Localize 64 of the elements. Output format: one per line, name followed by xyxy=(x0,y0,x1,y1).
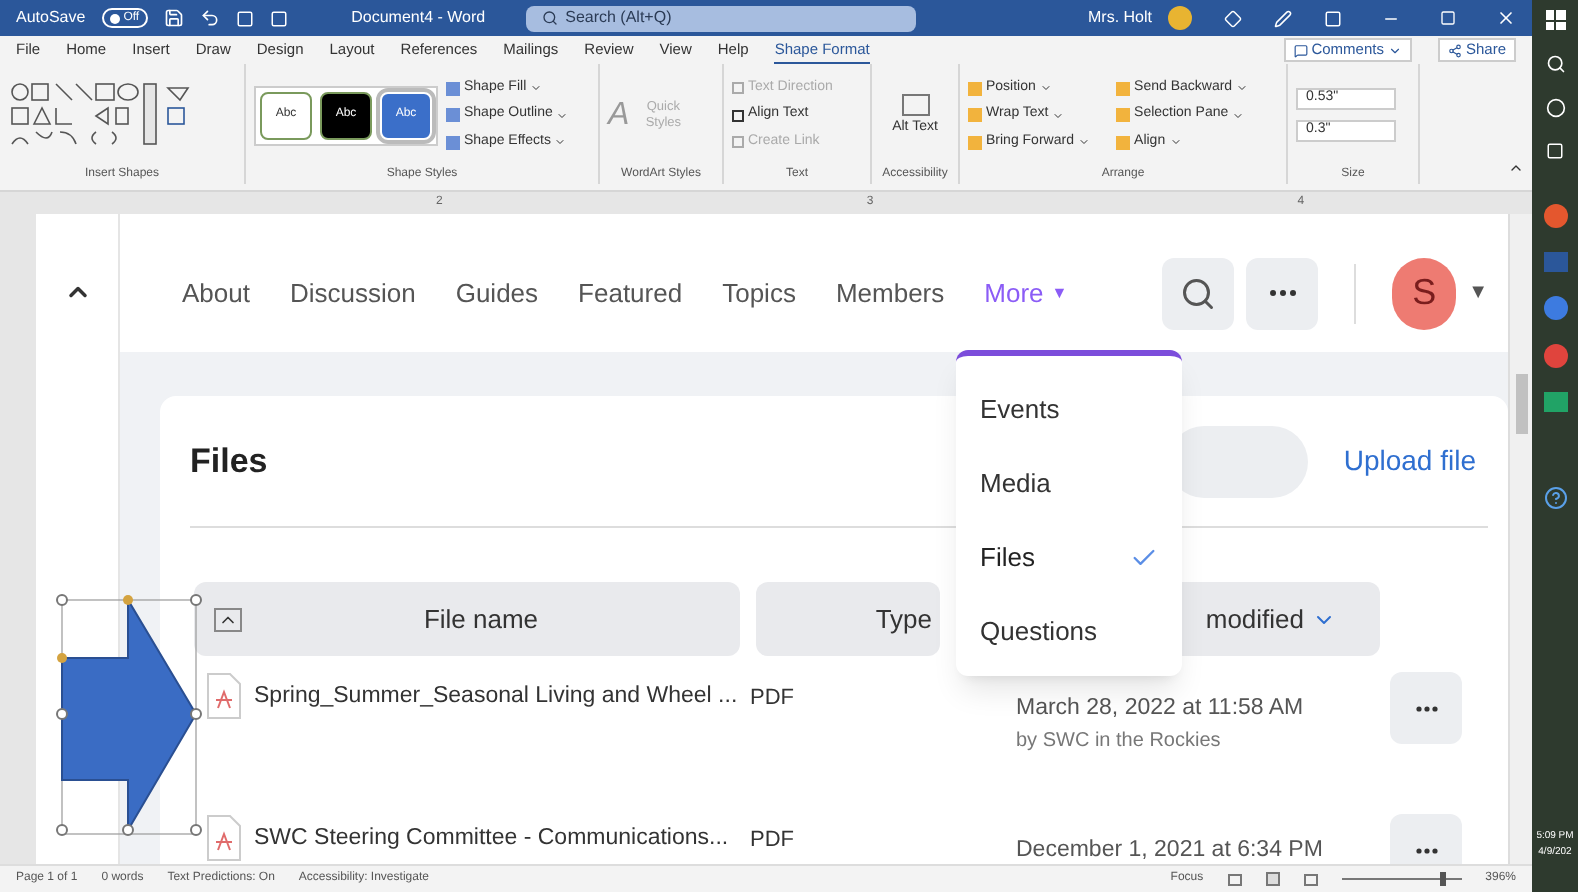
modified-by: by SWC in the Rockies xyxy=(1016,728,1223,757)
collapse-ribbon-icon[interactable] xyxy=(1508,160,1524,176)
pen-icon[interactable] xyxy=(1274,9,1292,27)
search-icon xyxy=(1180,275,1217,311)
ellipsis-icon xyxy=(1415,705,1437,711)
document-title: Document4 - Word xyxy=(351,6,486,30)
read-mode-icon[interactable] xyxy=(1227,873,1242,885)
nav-link[interactable]: Topics xyxy=(722,273,796,313)
undo-icon[interactable] xyxy=(199,8,220,28)
ellipsis-icon xyxy=(1415,847,1437,853)
file-type: PDF xyxy=(750,826,796,856)
print-layout-icon[interactable] xyxy=(1265,872,1280,886)
zoom-slider[interactable] xyxy=(1341,872,1462,886)
nav-link[interactable]: Featured xyxy=(578,273,683,313)
file-name: Spring_Summer_Seasonal Living and Wheel ... xyxy=(254,682,740,712)
share-icon xyxy=(1447,43,1462,57)
wordart-letter-icon: A xyxy=(608,91,630,139)
chevron-down-icon xyxy=(530,82,543,94)
modified-date: March 28, 2022 at 11:58 AM xyxy=(1016,694,1306,724)
vertical-scrollbar[interactable] xyxy=(1508,214,1532,864)
chevron-down-icon xyxy=(1077,136,1090,148)
file-type: PDF xyxy=(750,684,796,714)
chevron-down-icon xyxy=(554,136,567,148)
chevron-down-icon xyxy=(1052,109,1065,121)
comment-icon xyxy=(1293,43,1308,57)
nav-link[interactable]: Members xyxy=(835,273,945,313)
restore-icon[interactable] xyxy=(1440,10,1456,26)
nav-link[interactable]: Guides xyxy=(455,273,539,313)
user-name: Mrs. Holt xyxy=(1088,6,1152,30)
column-header: File name xyxy=(194,582,740,656)
search-icon[interactable] xyxy=(1545,54,1565,74)
upload-file-link[interactable]: Upload file xyxy=(1343,440,1476,482)
caret-icon: ▼ xyxy=(1468,278,1488,308)
autosave-label: AutoSave xyxy=(16,6,86,30)
ellipsis-icon xyxy=(1269,290,1296,296)
chevron-down-icon xyxy=(1236,82,1249,94)
sort-icon[interactable] xyxy=(214,607,242,631)
diamond-icon[interactable] xyxy=(1224,9,1242,27)
search-button[interactable] xyxy=(1162,257,1235,329)
help-icon[interactable] xyxy=(1543,486,1567,510)
arrow-shape-drawing[interactable] xyxy=(56,594,204,842)
chevron-down-icon xyxy=(1387,43,1402,57)
modified-date: December 1, 2021 at 6:34 PM xyxy=(1016,836,1325,864)
chevron-down-icon xyxy=(1039,82,1052,94)
avatar: S xyxy=(1392,257,1457,329)
save-icon[interactable] xyxy=(163,8,184,28)
search-field[interactable]: Search (Alt+Q) xyxy=(525,5,916,31)
nav-link[interactable]: More ▼ xyxy=(984,273,1068,313)
nav-link[interactable]: Discussion xyxy=(289,273,416,313)
menu-item[interactable]: Events xyxy=(956,372,1182,446)
search-icon xyxy=(541,10,558,26)
chevron-down-icon xyxy=(1232,109,1245,121)
chevron-down-icon xyxy=(556,109,569,121)
menu-item[interactable]: Media xyxy=(956,446,1182,520)
start-icon[interactable] xyxy=(1545,10,1565,30)
files-heading: Files xyxy=(190,439,268,484)
user-avatar[interactable] xyxy=(1168,6,1192,30)
nav-link[interactable]: About xyxy=(182,273,250,313)
chevron-down-icon xyxy=(1169,136,1182,148)
web-layout-icon[interactable] xyxy=(1303,873,1318,885)
close-icon[interactable] xyxy=(1496,8,1516,28)
file-name: SWC Steering Committee - Communications... xyxy=(254,824,731,854)
column-header: Type xyxy=(756,582,940,656)
pdf-file-icon xyxy=(206,672,242,720)
